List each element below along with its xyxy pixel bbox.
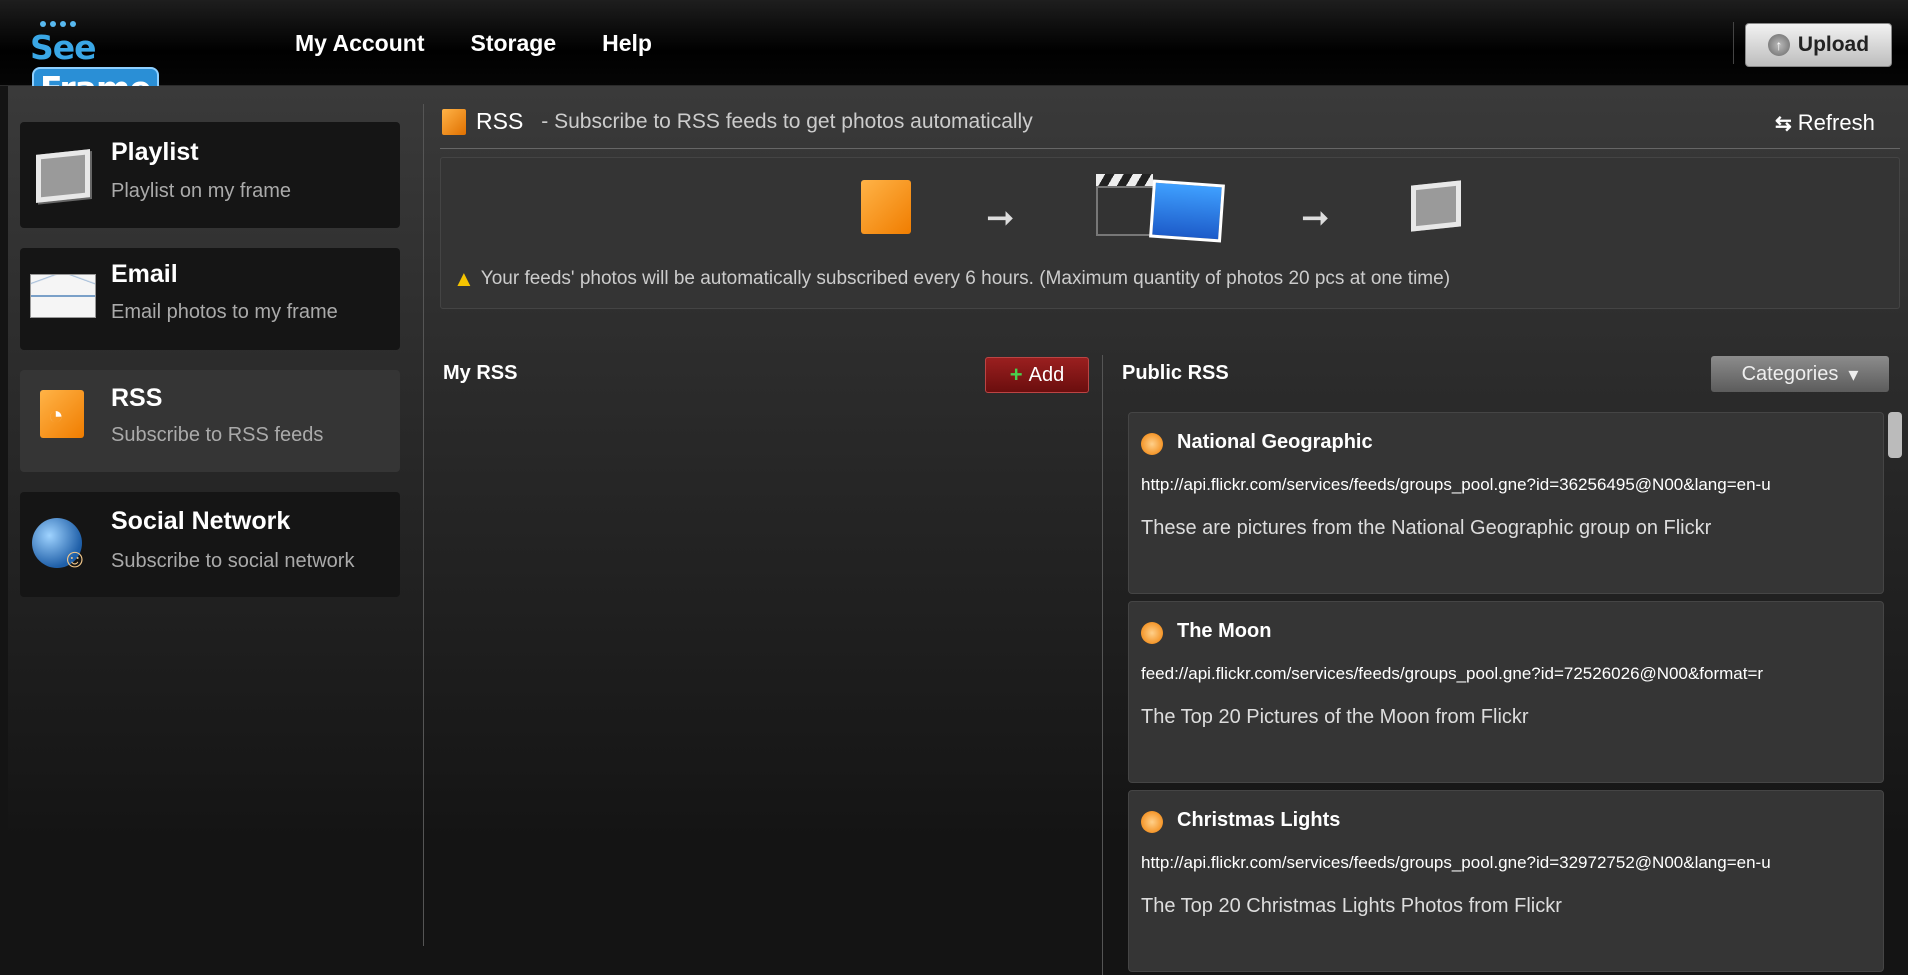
main-nav: My Account Storage Help — [295, 30, 652, 57]
categories-dropdown[interactable]: Categories ▾ — [1711, 356, 1889, 392]
sidebar-item-playlist[interactable]: Playlist Playlist on my frame — [20, 122, 400, 228]
feed-description: The Top 20 Pictures of the Moon from Fli… — [1141, 706, 1529, 728]
warning-text: Your feeds' photos will be automatically… — [480, 268, 1451, 289]
feed-description: The Top 20 Christmas Lights Photos from … — [1141, 895, 1562, 917]
feed-url: feed://api.flickr.com/services/feeds/gro… — [1141, 664, 1764, 683]
upload-label: Upload — [1797, 33, 1870, 56]
my-rss-title: My RSS — [443, 362, 518, 384]
feed-title: Christmas Lights — [1177, 809, 1341, 831]
clapperboard-icon — [1096, 174, 1155, 236]
plus-icon: + — [1009, 362, 1023, 387]
nav-storage[interactable]: Storage — [471, 30, 557, 57]
caret-down-icon: ▾ — [1848, 363, 1859, 386]
rss-icon — [442, 108, 466, 135]
feed-description: These are pictures from the National Geo… — [1141, 517, 1712, 539]
globe-people-icon — [32, 518, 88, 574]
sidebar-item-social-network[interactable]: Social Network Subscribe to social netwo… — [20, 492, 400, 597]
sidebar-item-subtitle: Subscribe to social network — [111, 550, 355, 572]
feed-url: http://api.flickr.com/services/feeds/gro… — [1141, 475, 1771, 494]
info-warning: ▲ Your feeds' photos will be automatical… — [453, 266, 1450, 292]
upload-icon: ↑ — [1767, 34, 1790, 56]
refresh-button[interactable]: ⇆ Refresh — [1775, 110, 1875, 136]
photo-icon — [1149, 179, 1225, 243]
sidebar-item-subtitle: Email photos to my frame — [111, 301, 338, 323]
sidebar-item-email[interactable]: Email Email photos to my frame — [20, 248, 400, 350]
upload-button[interactable]: ↑ Upload — [1745, 23, 1892, 67]
warning-icon: ▲ — [453, 266, 475, 291]
rss-icon — [40, 390, 84, 438]
rss-icon — [1141, 811, 1163, 833]
top-bar: SeeFrame My Account Storage Help ↑ Uploa… — [0, 0, 1908, 110]
scrollbar-thumb[interactable] — [1888, 412, 1902, 458]
refresh-label: Refresh — [1797, 110, 1875, 135]
sidebar-item-subtitle: Playlist on my frame — [111, 180, 292, 202]
feed-card[interactable]: The Moon feed://api.flickr.com/services/… — [1128, 601, 1884, 783]
rss-icon — [1141, 622, 1163, 644]
page-header: RSS - Subscribe to RSS feeds to get phot… — [442, 108, 1033, 135]
divider — [440, 148, 1900, 149]
arrow-right-icon: ➞ — [1301, 199, 1330, 237]
photo-frame-icon — [1411, 180, 1461, 232]
arrow-right-icon: ➞ — [986, 199, 1015, 237]
divider — [1102, 355, 1103, 975]
rss-icon — [1141, 433, 1163, 455]
sidebar-item-title: Email — [111, 260, 178, 288]
refresh-icon: ⇆ — [1775, 112, 1792, 135]
sidebar-item-title: Playlist — [111, 138, 199, 166]
rss-feed-icon — [861, 180, 911, 234]
sidebar-item-subtitle: Subscribe to RSS feeds — [111, 424, 324, 446]
nav-help[interactable]: Help — [602, 30, 652, 57]
sidebar-item-title: Social Network — [111, 507, 291, 535]
sidebar-item-rss[interactable]: RSS Subscribe to RSS feeds — [20, 370, 400, 472]
categories-label: Categories — [1741, 362, 1839, 385]
add-label: Add — [1028, 363, 1065, 386]
nav-my-account[interactable]: My Account — [295, 30, 425, 57]
sidebar-item-title: RSS — [111, 384, 163, 412]
divider — [423, 104, 424, 946]
feed-card[interactable]: Christmas Lights http://api.flickr.com/s… — [1128, 790, 1884, 972]
divider — [1733, 22, 1734, 64]
info-panel: ➞ ➞ ▲ Your feeds' photos will be automat… — [440, 157, 1900, 309]
envelope-icon — [30, 274, 96, 318]
seeframe-logo[interactable]: SeeFrame — [30, 14, 210, 110]
feed-card[interactable]: National Geographic http://api.flickr.co… — [1128, 412, 1884, 594]
media-photos-icon — [1096, 174, 1226, 243]
page-title: RSS — [476, 108, 524, 134]
feed-title: The Moon — [1177, 620, 1272, 642]
add-rss-button[interactable]: + Add — [985, 357, 1089, 393]
feed-title: National Geographic — [1177, 431, 1373, 453]
feed-url: http://api.flickr.com/services/feeds/gro… — [1141, 853, 1771, 872]
page-subtitle: - Subscribe to RSS feeds to get photos a… — [541, 109, 1033, 133]
photo-frame-icon — [36, 149, 90, 203]
public-rss-title: Public RSS — [1122, 362, 1229, 384]
